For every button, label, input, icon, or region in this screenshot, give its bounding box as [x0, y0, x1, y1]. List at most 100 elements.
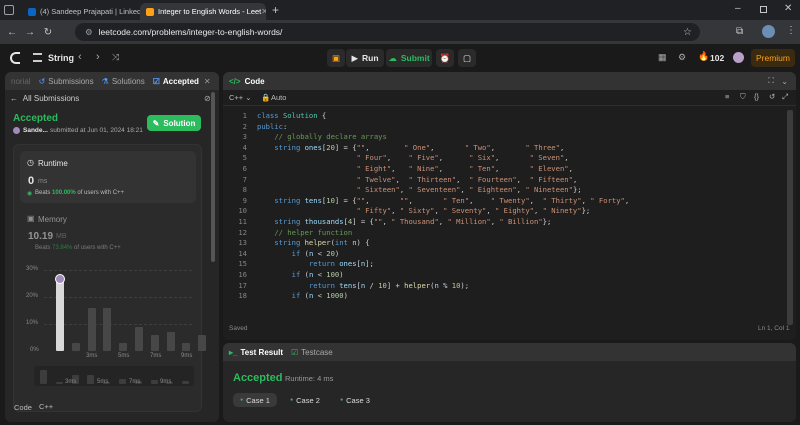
braces-icon[interactable]: {}: [754, 92, 759, 101]
code-line[interactable]: 16 if (n < 100): [223, 270, 783, 281]
code-line[interactable]: 11 string thousands[4] = {"", " Thousand…: [223, 217, 783, 228]
tab-testcase[interactable]: ☑ Testcase: [291, 348, 333, 357]
timer-button[interactable]: ⏰: [436, 49, 454, 67]
runtime-title: Runtime: [38, 159, 68, 168]
settings-gear-icon[interactable]: ⚙: [678, 52, 686, 63]
chart-bar[interactable]: [150, 334, 159, 351]
code-line[interactable]: 17 return tens[n / 10] + helper(n % 10);: [223, 281, 783, 292]
debug-button[interactable]: ▣: [327, 49, 345, 67]
share-link-icon[interactable]: ⊘: [204, 94, 211, 103]
code-line[interactable]: 7 " Twelve", " Thirteen", " Fourteen", "…: [223, 175, 783, 186]
format-icon[interactable]: ≡: [725, 92, 729, 101]
run-button[interactable]: ▶ Run: [346, 49, 384, 67]
notes-icon: ▢: [462, 52, 472, 63]
submitter-name[interactable]: Sande...: [23, 127, 48, 134]
code-line[interactable]: 4 string ones[20] = {"", " One", " Two",…: [223, 143, 783, 154]
code-line[interactable]: 2 public:: [223, 122, 783, 133]
leetcode-logo-icon[interactable]: [10, 52, 20, 64]
chart-bar[interactable]: [119, 342, 128, 351]
forward-icon[interactable]: →: [21, 27, 39, 38]
back-icon[interactable]: ←: [3, 27, 21, 38]
fullscreen-icon[interactable]: ⤢: [782, 92, 788, 102]
chart-bar[interactable]: [166, 332, 175, 351]
chart-bar[interactable]: [71, 342, 80, 351]
language-select[interactable]: C++ ⌄: [229, 93, 252, 102]
code-line[interactable]: 18 if (n < 1000): [223, 291, 783, 302]
prev-problem-icon[interactable]: ‹: [78, 51, 82, 63]
shuffle-icon[interactable]: ⤨: [112, 52, 119, 63]
code-line[interactable]: 3 // globally declare arrays: [223, 132, 783, 143]
tab-search-icon[interactable]: [4, 5, 14, 15]
problem-list-icon[interactable]: [33, 53, 42, 62]
address-bar[interactable]: ⚙ leetcode.com/problems/integer-to-engli…: [75, 23, 700, 41]
code-area[interactable]: 1 class Solution {2 public: 3 // globally d…: [223, 110, 783, 320]
new-tab-button[interactable]: +: [272, 3, 279, 17]
browser-tab-linkedin[interactable]: (4) Sandeep Prajapati | LinkedIn ✕: [22, 3, 140, 20]
submission-status: Accepted: [13, 113, 59, 124]
code-line[interactable]: 9 string tens[10] = {"", "", " Ten", " T…: [223, 196, 783, 207]
memory-card[interactable]: ▣ Memory 10.19 MB Beats 73.84% of users …: [20, 207, 196, 257]
case-2-tab[interactable]: ● Case 2: [283, 393, 327, 407]
profile-avatar[interactable]: [762, 25, 775, 38]
code-line[interactable]: 8 " Sixteen", " Seventeen", " Eighteen",…: [223, 185, 783, 196]
tab-submissions[interactable]: ↺ Submissions: [39, 77, 94, 86]
code-line[interactable]: 5 " Four", " Five", " Six", " Seven",: [223, 153, 783, 164]
chart-range-brush[interactable]: 3ms 5ms 7ms 9ms: [34, 366, 194, 386]
auto-mode[interactable]: Auto: [271, 93, 286, 102]
tab-solutions[interactable]: ⚗ Solutions: [102, 77, 145, 86]
code-line[interactable]: 15 return ones[n];: [223, 259, 783, 270]
maximize-icon[interactable]: [760, 6, 767, 13]
code-line[interactable]: 1 class Solution {: [223, 111, 783, 122]
collapse-icon[interactable]: ⌄: [781, 77, 788, 86]
chart-bar[interactable]: [182, 342, 191, 351]
stats-card: ◷ Runtime 0 ms ◉ Beats 100.00% of users …: [13, 144, 207, 412]
runtime-card[interactable]: ◷ Runtime 0 ms ◉ Beats 100.00% of users …: [20, 151, 196, 203]
site-info-icon[interactable]: ⚙: [85, 27, 93, 38]
panel-resize-handle[interactable]: [220, 72, 222, 422]
problem-list-title[interactable]: String: [48, 53, 74, 63]
solution-button[interactable]: ✎ Solution: [147, 115, 201, 131]
all-submissions-link[interactable]: ← All Submissions: [10, 94, 79, 103]
expand-icon[interactable]: ⛶: [768, 76, 774, 86]
bookmark-star-icon[interactable]: ☆: [683, 27, 692, 38]
beats-pct: 100.00%: [52, 190, 76, 196]
chart-bar[interactable]: [135, 326, 143, 351]
chart-bar[interactable]: [198, 334, 207, 351]
tab-test-result[interactable]: ▸_ Test Result: [229, 348, 283, 357]
premium-button[interactable]: Premium: [751, 49, 795, 67]
code-line[interactable]: 6 " Eight", " Nine", " Ten", " Eleven",: [223, 164, 783, 175]
user-avatar[interactable]: [733, 52, 744, 63]
code-line[interactable]: 12 // helper function: [223, 228, 783, 239]
case-3-tab[interactable]: ● Case 3: [333, 393, 377, 407]
editor-scrollbar[interactable]: [787, 110, 793, 325]
bookmark-icon[interactable]: ⛉: [740, 92, 746, 102]
menu-icon[interactable]: ⋮: [786, 25, 796, 36]
layout-icon[interactable]: ▦: [658, 52, 667, 63]
extensions-icon[interactable]: ⧉: [736, 26, 743, 37]
reload-icon[interactable]: ↻: [39, 27, 57, 38]
chart-bar[interactable]: [87, 307, 96, 351]
streak-count[interactable]: 102: [710, 53, 724, 63]
code-line[interactable]: 14 if (n < 20): [223, 249, 783, 260]
chart-bar[interactable]: [103, 307, 112, 351]
case-1-tab[interactable]: ● Case 1: [233, 393, 277, 407]
runtime-distribution-chart[interactable]: 30% 20% 10% 0% 3ms 5ms 7ms 9ms: [20, 263, 207, 363]
submit-label: Submit: [400, 53, 430, 63]
close-window-icon[interactable]: ✕: [784, 3, 792, 14]
browser-tab-leetcode[interactable]: Integer to English Words - Leet ✕: [140, 3, 266, 20]
submission-time: submitted at Jun 01, 2024 18:21: [50, 127, 143, 134]
reset-icon[interactable]: ↺: [769, 92, 775, 101]
next-problem-icon[interactable]: ›: [96, 51, 100, 63]
chart-bar[interactable]: [56, 278, 64, 351]
code-line[interactable]: 10 " Fifty", " Sixty", " Seventy", " Eig…: [223, 206, 783, 217]
notes-button[interactable]: ▢: [458, 49, 476, 67]
tab-accepted[interactable]: ☑ Accepted ✕: [153, 77, 211, 86]
close-tab-icon[interactable]: ✕: [204, 77, 211, 86]
memory-title: Memory: [38, 215, 67, 224]
left-scrollbar[interactable]: [211, 92, 215, 262]
code-line[interactable]: 13 string helper(int n) {: [223, 238, 783, 249]
submit-button[interactable]: ☁ Submit: [386, 49, 432, 67]
minimize-icon[interactable]: –: [735, 3, 741, 14]
tab-editorial[interactable]: norial: [11, 77, 31, 86]
close-tab-icon[interactable]: ✕: [261, 7, 266, 16]
